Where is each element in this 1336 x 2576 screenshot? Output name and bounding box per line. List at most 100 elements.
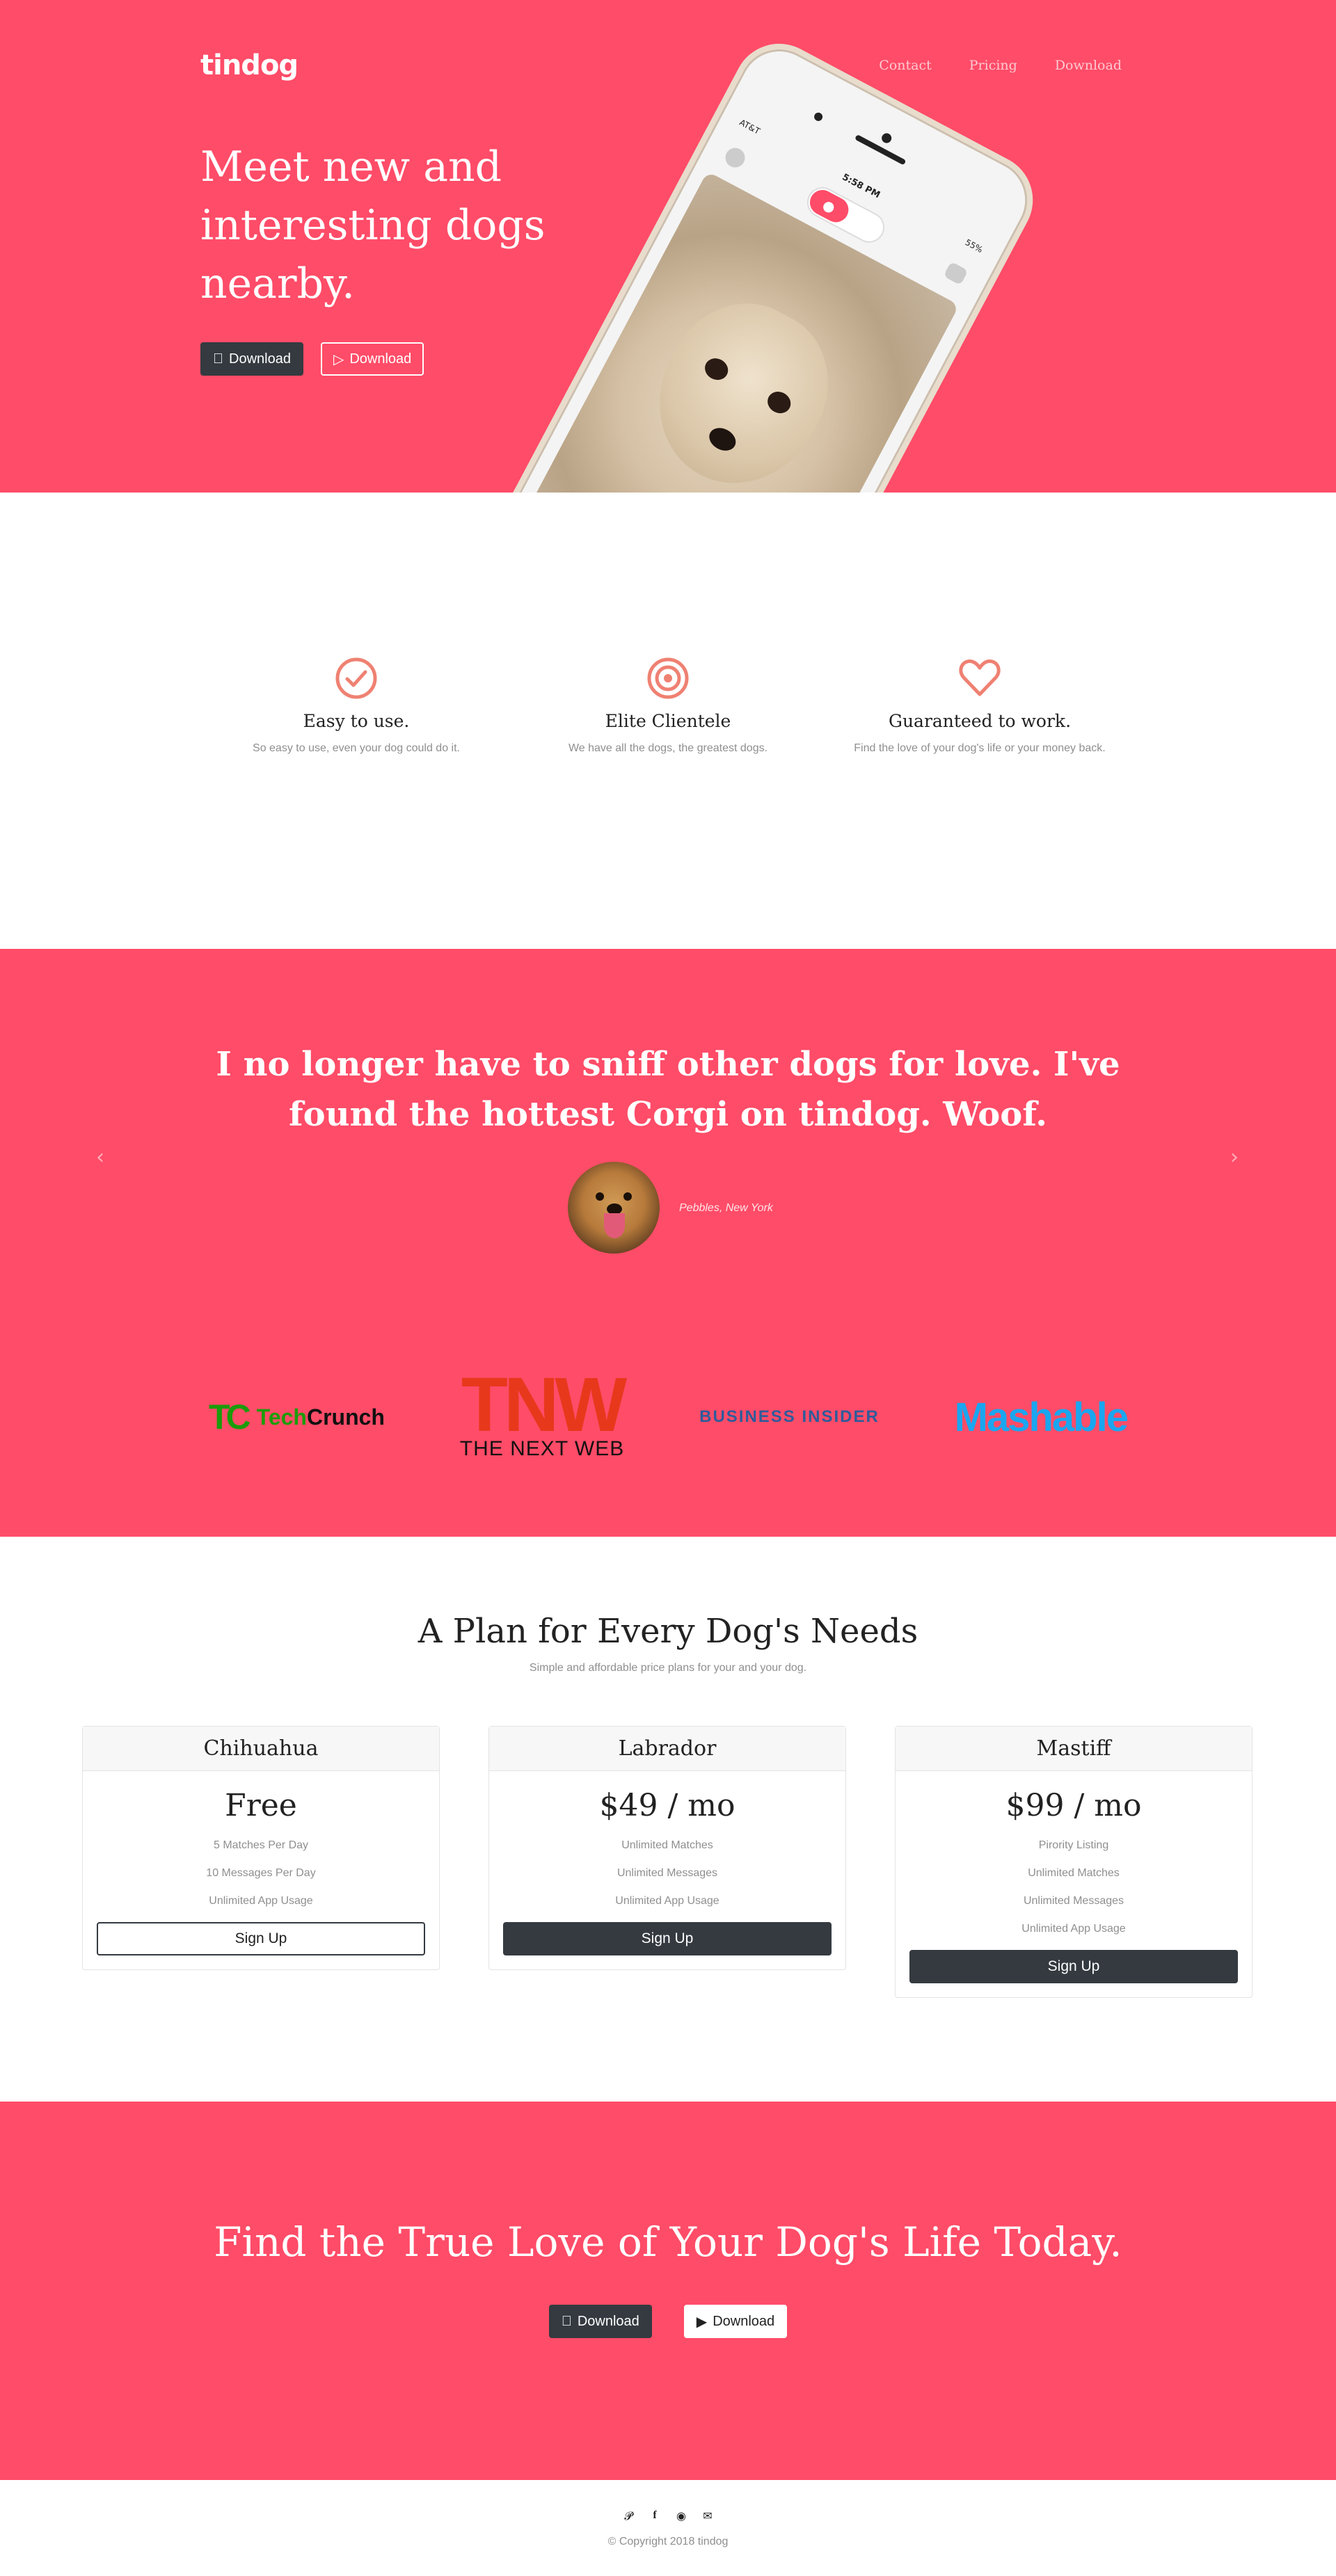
bullseye-icon (647, 657, 689, 699)
apple-download-label: Download (218, 351, 291, 367)
avatar-eye-right (623, 1192, 632, 1201)
google-play-download-button[interactable]: ▷ Download (320, 342, 424, 376)
cta-google-play-download-label: Download (707, 2313, 774, 2329)
plan-price: $49 / mo (599, 1788, 735, 1823)
testimonial-quote: I no longer have to sniff other dogs for… (216, 1045, 1120, 1134)
mashable-logo: Mashable (954, 1394, 1129, 1440)
google-play-download-label: Download (339, 351, 411, 367)
avatar (568, 1162, 660, 1254)
dog-eye-right (763, 387, 795, 417)
carousel-next-button[interactable]: › (1220, 1145, 1248, 1169)
heart-icon (959, 659, 1001, 696)
techcrunch-mark: TC (209, 1398, 251, 1437)
pricing-title: A Plan for Every Dog's Needs (418, 1612, 918, 1651)
features-section: Easy to use. So easy to use, even your d… (0, 493, 1336, 949)
plan-body: $49 / mo Unlimited Matches Unlimited Mes… (489, 1771, 845, 1969)
cta-title: Find the True Love of Your Dog's Life To… (214, 2218, 1122, 2266)
techcrunch-wordmark: TechCrunch (257, 1405, 385, 1430)
sign-up-button-mastiff[interactable]: Sign Up (909, 1950, 1238, 1983)
dog-eye-left (701, 354, 732, 384)
techcrunch-word-a: Tech (256, 1404, 307, 1430)
cta-buttons:  Download ▶ Download (0, 2305, 1336, 2338)
cta-google-play-download-button[interactable]: ▶ Download (683, 2305, 788, 2338)
feature-item: Guaranteed to work. Find the love of you… (824, 657, 1136, 757)
techcrunch-logo: TC TechCrunch (209, 1397, 385, 1437)
plan-feature: Unlimited App Usage (209, 1895, 313, 1907)
cta-apple-download-label: Download (572, 2313, 639, 2329)
feature-text: We have all the dogs, the greatest dogs. (568, 742, 768, 754)
instagram-icon[interactable]: ◉ (675, 2509, 687, 2523)
sign-up-button-labrador[interactable]: Sign Up (503, 1922, 832, 1955)
plan-card-chihuahua: Chihuahua Free 5 Matches Per Day 10 Mess… (82, 1726, 440, 1970)
feature-item: Easy to use. So easy to use, even your d… (200, 657, 512, 757)
facebook-icon[interactable]: f (649, 2509, 661, 2523)
avatar-tongue (604, 1213, 625, 1238)
footer: 𝓟 f ◉ ✉ © Copyright 2018 tindog (0, 2480, 1336, 2576)
plan-feature: Unlimited Messages (1023, 1895, 1124, 1907)
carousel-prev-button[interactable]: ‹ (86, 1145, 114, 1169)
chat-icon (943, 261, 969, 286)
testimonials-section: ‹ › I no longer have to sniff other dogs… (0, 949, 1336, 1537)
plan-price: $99 / mo (1005, 1788, 1142, 1823)
google-play-icon: ▶ (691, 2314, 707, 2330)
tnw-wordmark: THE NEXT WEB (459, 1437, 625, 1460)
hero-buttons:  Download ▷ Download (200, 342, 424, 376)
feature-item: Elite Clientele We have all the dogs, th… (512, 657, 824, 757)
plan-card-labrador: Labrador $49 / mo Unlimited Matches Unli… (488, 1726, 846, 1970)
feature-row: Easy to use. So easy to use, even your d… (200, 657, 1136, 757)
pricing-subtitle: Simple and affordable price plans for yo… (529, 1662, 807, 1674)
plan-feature: Unlimited Messages (617, 1867, 718, 1879)
apple-icon:  (213, 351, 223, 367)
nav-link-contact[interactable]: Contact (879, 58, 931, 73)
flame-icon: ● (805, 185, 853, 227)
feature-title: Elite Clientele (605, 711, 731, 731)
envelope-icon[interactable]: ✉ (701, 2509, 714, 2523)
feature-text: So easy to use, even your dog could do i… (253, 742, 460, 754)
sign-up-button-chihuahua[interactable]: Sign Up (97, 1922, 425, 1955)
feature-title: Easy to use. (303, 711, 410, 731)
testimonial-author: Pebbles, New York (679, 1202, 773, 1214)
plan-name: Chihuahua (83, 1727, 439, 1771)
dog-face (629, 277, 856, 493)
nav-link-pricing[interactable]: Pricing (969, 58, 1017, 73)
social-links: 𝓟 f ◉ ✉ (0, 2509, 1336, 2523)
plan-name: Mastiff (896, 1727, 1252, 1771)
avatar-eye-left (596, 1192, 604, 1201)
plan-body: $99 / mo Pirority Listing Unlimited Matc… (896, 1771, 1252, 1997)
plan-price: Free (225, 1788, 297, 1823)
hero-title: Meet new and interesting dogs nearby. (200, 143, 546, 308)
phone-speaker (854, 134, 907, 166)
tnw-logo: TNW THE NEXT WEB (459, 1362, 627, 1461)
phone-sensor (812, 111, 825, 123)
plan-feature: Unlimited App Usage (615, 1895, 719, 1907)
apple-download-button[interactable]:  Download (200, 342, 303, 376)
business-insider-logo: BUSINESS INSIDER (699, 1407, 880, 1426)
pricing-section: A Plan for Every Dog's Needs Simple and … (0, 1537, 1336, 2102)
feature-title: Guaranteed to work. (888, 711, 1072, 731)
cta-apple-download-button[interactable]:  Download (548, 2305, 652, 2338)
apple-icon:  (562, 2314, 572, 2330)
plan-feature: 5 Matches Per Day (213, 1839, 309, 1851)
brand-logo[interactable]: tindog (200, 49, 299, 81)
plan-card-mastiff: Mastiff $99 / mo Pirority Listing Unlimi… (895, 1726, 1252, 1998)
nav-link-download[interactable]: Download (1055, 58, 1122, 73)
cta-section: Find the True Love of Your Dog's Life To… (0, 2102, 1336, 2480)
twitter-icon[interactable]: 𝓟 (622, 2509, 635, 2523)
navbar: tindog Contact Pricing Download (200, 49, 1122, 82)
plan-name: Labrador (489, 1727, 845, 1771)
user-icon (722, 144, 749, 171)
nav-links: Contact Pricing Download (879, 58, 1122, 73)
feature-text: Find the love of your dog's life or your… (854, 742, 1106, 754)
check-circle-icon (335, 657, 377, 699)
plan-feature: Unlimited Matches (1028, 1867, 1120, 1879)
plan-feature: Unlimited App Usage (1021, 1923, 1126, 1935)
dog-nose (705, 423, 740, 456)
pricing-plans: Chihuahua Free 5 Matches Per Day 10 Mess… (82, 1726, 1252, 1998)
copyright: © Copyright 2018 tindog (607, 2536, 729, 2547)
tnw-mark: TNW (461, 1362, 627, 1448)
hero-section: tindog Contact Pricing Download Meet new… (0, 0, 1336, 493)
plan-feature: 10 Messages Per Day (206, 1867, 316, 1879)
techcrunch-word-b: Crunch (306, 1404, 385, 1430)
phone-camera (880, 131, 893, 145)
plan-feature: Unlimited Matches (621, 1839, 713, 1851)
